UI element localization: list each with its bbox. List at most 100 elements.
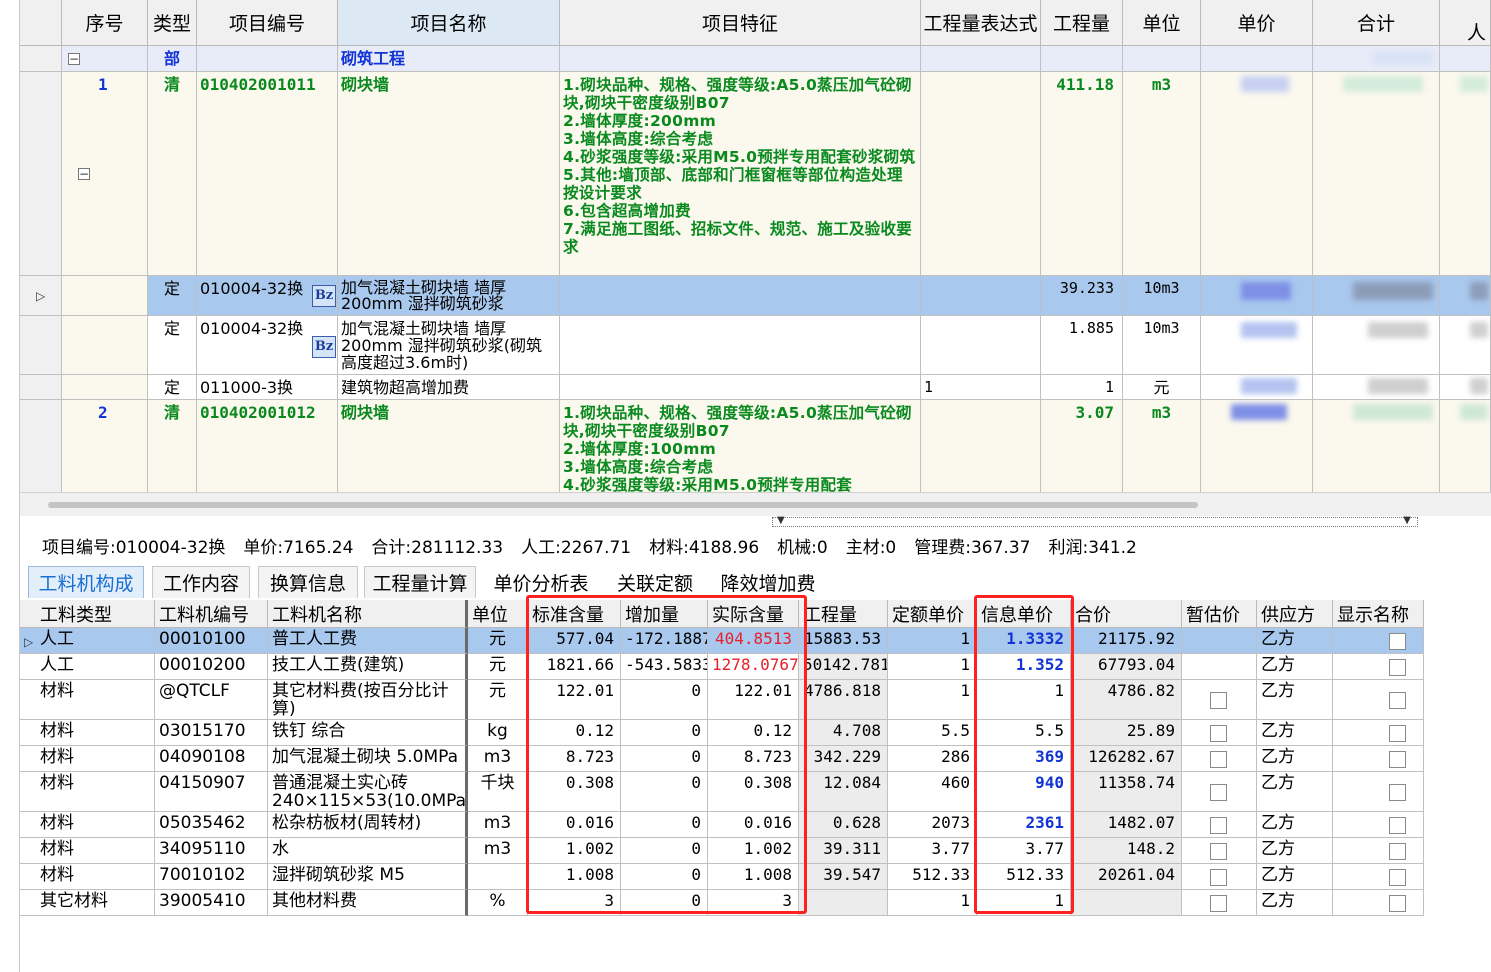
provisional-checkbox[interactable] — [1210, 894, 1227, 912]
table-row-selected[interactable]: 人工 00010100 普工人工费元 577.04 -172.1887 404.8513 1… — [20, 628, 1424, 654]
type-cell[interactable]: 材料 — [20, 772, 155, 812]
table-row[interactable]: 定 011000-3换 建筑物超高增加费 1 1 元 — [20, 375, 1491, 400]
quota-cell[interactable]: 1 — [888, 890, 977, 916]
actual-cell[interactable]: 404.8513 — [708, 628, 799, 654]
show-cell[interactable] — [1333, 890, 1424, 916]
col-header-total[interactable]: 合价 — [1071, 600, 1182, 628]
std-cell[interactable]: 0.308 — [528, 772, 621, 812]
code-cell[interactable]: 04150907 — [155, 772, 268, 812]
table-row-selected[interactable]: ▷ 定 010004-32换 Bz 加气混凝土砌块墙 墙厚200mm 湿拌砌筑砂… — [20, 276, 1491, 316]
code-cell[interactable]: 03015170 — [155, 720, 268, 746]
col-header-quantity[interactable]: 工程量 — [799, 600, 888, 628]
col-header-info-price[interactable]: 信息单价 — [977, 600, 1071, 628]
add-cell[interactable]: 0 — [621, 746, 708, 772]
display-name-checkbox[interactable] — [1389, 750, 1406, 768]
actual-cell[interactable]: 0.016 — [708, 812, 799, 838]
name-cell[interactable]: 加气混凝土砌块 5.0MPa — [268, 746, 468, 772]
unit-cell[interactable]: kg — [468, 720, 528, 746]
actual-cell[interactable]: 122.01 — [708, 680, 799, 720]
table-row[interactable]: 其它材料 39005410 其他材料费% 3 0 3 1 1 乙方 — [20, 890, 1424, 916]
col-header-qty[interactable]: 工程量 — [1041, 0, 1123, 46]
code-cell[interactable]: 70010102 — [155, 864, 268, 890]
qty-cell[interactable]: 50142.781 — [799, 654, 888, 680]
qty-cell[interactable]: 39.311 — [799, 838, 888, 864]
std-cell[interactable]: 1.008 — [528, 864, 621, 890]
info-cell[interactable]: 1 — [977, 680, 1071, 720]
actual-cell[interactable]: 3 — [708, 890, 799, 916]
display-name-checkbox[interactable] — [1389, 842, 1406, 860]
std-cell[interactable]: 1821.66 — [528, 654, 621, 680]
show-cell[interactable] — [1333, 838, 1424, 864]
code-cell[interactable]: 00010100 — [155, 628, 268, 654]
tab-quantity-calc[interactable]: 工程量计算 — [364, 566, 476, 598]
add-cell[interactable]: -543.5833 — [621, 654, 708, 680]
info-cell[interactable]: 940 — [977, 772, 1071, 812]
name-cell[interactable]: 普通混凝土实心砖 240×115×53(10.0MPa) — [268, 772, 468, 812]
info-cell[interactable]: 3.77 — [977, 838, 1071, 864]
col-header-provisional[interactable]: 暂估价 — [1182, 600, 1257, 628]
show-cell[interactable] — [1333, 864, 1424, 890]
name-cell[interactable]: 铁钉 综合 — [268, 720, 468, 746]
actual-cell[interactable]: 1.002 — [708, 838, 799, 864]
col-header-actual-content[interactable]: 实际含量 — [708, 600, 799, 628]
total-cell[interactable] — [1071, 890, 1182, 916]
code-cell[interactable]: @QTCLF — [155, 680, 268, 720]
qty-cell[interactable]: 39.547 — [799, 864, 888, 890]
quota-cell[interactable]: 460 — [888, 772, 977, 812]
info-cell[interactable]: 1 — [977, 890, 1071, 916]
add-cell[interactable]: 0 — [621, 680, 708, 720]
std-cell[interactable]: 577.04 — [528, 628, 621, 654]
std-cell[interactable]: 0.016 — [528, 812, 621, 838]
prov-cell[interactable] — [1182, 746, 1257, 772]
table-row[interactable]: 材料 04090108 加气混凝土砌块 5.0MPa m3 8.723 0 8.723 342… — [20, 746, 1424, 772]
table-row[interactable]: 定 010004-32换 Bz 加气混凝土砌块墙 墙厚200mm 湿拌砌筑砂浆(… — [20, 316, 1491, 375]
type-cell[interactable]: 材料 — [20, 746, 155, 772]
std-cell[interactable]: 122.01 — [528, 680, 621, 720]
display-name-checkbox[interactable] — [1389, 632, 1406, 650]
col-header-std-content[interactable]: 标准含量 — [528, 600, 621, 628]
type-cell[interactable]: 材料 — [20, 864, 155, 890]
info-cell[interactable]: 2361 — [977, 812, 1071, 838]
col-header-material-code[interactable]: 工料机编号 — [155, 600, 268, 628]
std-cell[interactable]: 0.12 — [528, 720, 621, 746]
supplier-cell[interactable]: 乙方 — [1257, 654, 1333, 680]
col-header-display-name[interactable]: 显示名称 — [1333, 600, 1424, 628]
col-header-unit[interactable]: 单位 — [1123, 0, 1201, 46]
display-name-checkbox[interactable] — [1389, 724, 1406, 742]
name-cell[interactable]: 其它材料费(按百分比计算) — [268, 680, 468, 720]
quota-cell[interactable]: 3.77 — [888, 838, 977, 864]
prov-cell[interactable] — [1182, 838, 1257, 864]
tab-efficiency-fee[interactable]: 降效增加费 — [712, 566, 824, 598]
show-cell[interactable] — [1333, 654, 1424, 680]
supplier-cell[interactable]: 乙方 — [1257, 864, 1333, 890]
bz-standard-icon[interactable]: Bz — [312, 285, 336, 307]
display-name-checkbox[interactable] — [1389, 816, 1406, 834]
table-row[interactable]: 材料 04150907 普通混凝土实心砖 240×115×53(10.0MPa) 千块… — [20, 772, 1424, 812]
name-cell[interactable]: 技工人工费(建筑) — [268, 654, 468, 680]
unit-cell[interactable]: 千块 — [468, 772, 528, 812]
col-header-total[interactable]: 合计 — [1313, 0, 1440, 46]
name-cell[interactable]: 松杂枋板材(周转材) — [268, 812, 468, 838]
unit-cell[interactable]: m3 — [468, 812, 528, 838]
type-cell[interactable]: 材料 — [20, 838, 155, 864]
type-cell[interactable]: 材料 — [20, 812, 155, 838]
quota-cell[interactable]: 1 — [888, 680, 977, 720]
col-header-add-qty[interactable]: 增加量 — [621, 600, 708, 628]
code-cell[interactable]: 04090108 — [155, 746, 268, 772]
table-row[interactable]: 2 清 010402001012 砌块墙 1.砌块品种、规格、强度等级:A5.0… — [20, 400, 1491, 500]
actual-cell[interactable]: 1278.0767 — [708, 654, 799, 680]
table-row[interactable]: 人工 00010200 技工人工费(建筑) 元 1821.66 -543.5833 1278… — [20, 654, 1424, 680]
supplier-cell[interactable]: 乙方 — [1257, 680, 1333, 720]
code-cell[interactable]: 05035462 — [155, 812, 268, 838]
add-cell[interactable]: 0 — [621, 838, 708, 864]
prov-cell[interactable] — [1182, 772, 1257, 812]
add-cell[interactable]: 0 — [621, 812, 708, 838]
supplier-cell[interactable]: 乙方 — [1257, 628, 1333, 654]
actual-cell[interactable]: 0.308 — [708, 772, 799, 812]
std-cell[interactable]: 3 — [528, 890, 621, 916]
total-cell[interactable]: 11358.74 — [1071, 772, 1182, 812]
quota-cell[interactable]: 512.33 — [888, 864, 977, 890]
add-cell[interactable]: 0 — [621, 864, 708, 890]
total-cell[interactable]: 4786.82 — [1071, 680, 1182, 720]
unit-cell[interactable]: 元 — [468, 628, 528, 654]
